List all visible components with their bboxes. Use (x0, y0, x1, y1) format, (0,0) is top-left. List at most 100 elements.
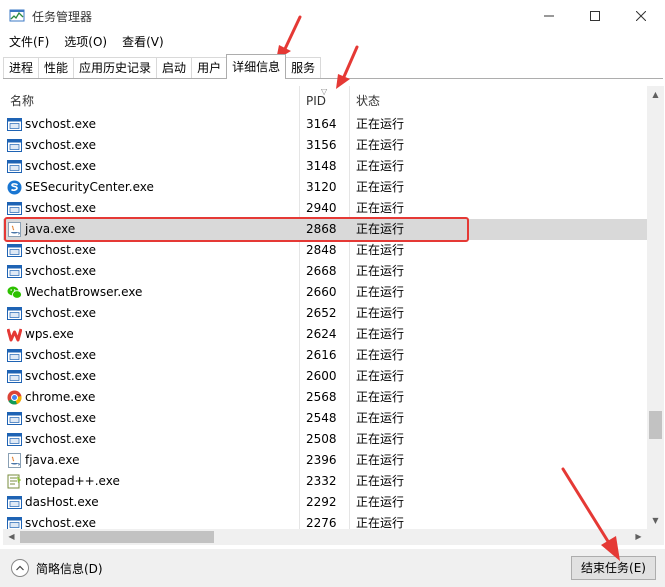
process-status: 正在运行 (356, 264, 405, 278)
process-status: 正在运行 (356, 117, 405, 131)
scroll-left-icon[interactable]: ◀ (3, 529, 20, 545)
task-manager-icon (9, 9, 25, 22)
svchost-icon (7, 348, 22, 363)
process-pid: 3148 (306, 159, 337, 173)
table-row[interactable]: svchost.exe 2616 正在运行 (3, 345, 647, 366)
svchost-icon (7, 495, 22, 510)
table-row[interactable]: svchost.exe 3164 正在运行 (3, 114, 647, 135)
process-status: 正在运行 (356, 306, 405, 320)
tab-performance[interactable]: 性能 (38, 57, 75, 79)
column-header-name[interactable]: 名称 (3, 86, 299, 114)
process-name: svchost.exe (25, 432, 96, 446)
process-status: 正在运行 (356, 222, 405, 236)
process-pid: 2332 (306, 474, 337, 488)
process-pid: 2276 (306, 516, 337, 529)
vertical-scrollbar[interactable]: ▲ ▼ (647, 86, 664, 529)
scrollbar-corner (647, 529, 664, 545)
table-row[interactable]: java.exe 2868 正在运行 (3, 219, 647, 240)
tab-startup[interactable]: 启动 (156, 57, 193, 79)
scroll-right-icon[interactable]: ▶ (630, 529, 647, 545)
table-row[interactable]: svchost.exe 3156 正在运行 (3, 135, 647, 156)
process-status: 正在运行 (356, 453, 405, 467)
table-row[interactable]: chrome.exe 2568 正在运行 (3, 387, 647, 408)
tab-services[interactable]: 服务 (285, 57, 322, 79)
process-name: svchost.exe (25, 201, 96, 215)
table-row[interactable]: svchost.exe 2848 正在运行 (3, 240, 647, 261)
process-status: 正在运行 (356, 327, 405, 341)
less-details-link[interactable]: 简略信息(D) (36, 560, 103, 577)
process-pid: 2868 (306, 222, 337, 236)
table-row[interactable]: svchost.exe 2652 正在运行 (3, 303, 647, 324)
process-pid: 2508 (306, 432, 337, 446)
title-bar: 任务管理器 (0, 0, 665, 32)
column-header-status[interactable]: 状态 (349, 86, 647, 114)
scroll-down-icon[interactable]: ▼ (647, 512, 664, 529)
process-pid: 2292 (306, 495, 337, 509)
table-row[interactable]: WechatBrowser.exe 2660 正在运行 (3, 282, 647, 303)
process-name: chrome.exe (25, 390, 96, 404)
tab-details[interactable]: 详细信息 (226, 54, 287, 79)
table-header: 名称 PID ▽ 状态 (3, 86, 647, 114)
process-name: svchost.exe (25, 117, 96, 131)
collapse-details-button[interactable] (11, 559, 29, 577)
menu-file[interactable]: 文件(F) (0, 32, 55, 52)
process-name: svchost.exe (25, 369, 96, 383)
tab-app-history[interactable]: 应用历史记录 (73, 57, 158, 79)
chrome-icon (7, 390, 22, 405)
svchost-icon (7, 306, 22, 321)
process-status: 正在运行 (356, 138, 405, 152)
table-row[interactable]: svchost.exe 2276 正在运行 (3, 513, 647, 529)
menu-view[interactable]: 查看(V) (113, 32, 170, 52)
process-name: svchost.exe (25, 516, 96, 529)
tab-divider (3, 78, 663, 79)
minimize-icon (544, 15, 554, 17)
security-center-icon (7, 180, 22, 195)
tab-users[interactable]: 用户 (191, 57, 228, 79)
table-row[interactable]: SESecurityCenter.exe 3120 正在运行 (3, 177, 647, 198)
table-row[interactable]: svchost.exe 2940 正在运行 (3, 198, 647, 219)
process-pid: 3164 (306, 117, 337, 131)
maximize-button[interactable] (572, 0, 618, 32)
table-row[interactable]: svchost.exe 2548 正在运行 (3, 408, 647, 429)
process-pid: 2940 (306, 201, 337, 215)
end-task-button[interactable]: 结束任务(E) (571, 556, 656, 580)
scroll-up-icon[interactable]: ▲ (647, 86, 664, 103)
process-name: svchost.exe (25, 159, 96, 173)
process-status: 正在运行 (356, 516, 405, 529)
process-pid: 2568 (306, 390, 337, 404)
process-name: fjava.exe (25, 453, 80, 467)
process-status: 正在运行 (356, 180, 405, 194)
table-row[interactable]: wps.exe 2624 正在运行 (3, 324, 647, 345)
sort-descending-icon: ▽ (321, 87, 328, 96)
table-row[interactable]: svchost.exe 2508 正在运行 (3, 429, 647, 450)
vertical-scroll-thumb[interactable] (649, 411, 662, 439)
process-status: 正在运行 (356, 285, 405, 299)
process-name: java.exe (25, 222, 76, 236)
table-row[interactable]: fjava.exe 2396 正在运行 (3, 450, 647, 471)
tab-processes[interactable]: 进程 (3, 57, 40, 79)
svchost-icon (7, 516, 22, 529)
table-row[interactable]: notepad++.exe 2332 正在运行 (3, 471, 647, 492)
process-pid: 2660 (306, 285, 337, 299)
horizontal-scroll-thumb[interactable] (20, 531, 214, 543)
table-row[interactable]: svchost.exe 3148 正在运行 (3, 156, 647, 177)
table-row[interactable]: dasHost.exe 2292 正在运行 (3, 492, 647, 513)
process-status: 正在运行 (356, 201, 405, 215)
java-icon (7, 222, 22, 237)
process-status: 正在运行 (356, 369, 405, 383)
table-row[interactable]: svchost.exe 2668 正在运行 (3, 261, 647, 282)
table-row[interactable]: svchost.exe 2600 正在运行 (3, 366, 647, 387)
wechat-icon (7, 285, 22, 300)
svchost-icon (7, 432, 22, 447)
process-status: 正在运行 (356, 474, 405, 488)
process-name: svchost.exe (25, 138, 96, 152)
menu-options[interactable]: 选项(O) (55, 32, 113, 52)
minimize-button[interactable] (526, 0, 572, 32)
window-title: 任务管理器 (32, 10, 93, 24)
horizontal-scrollbar[interactable]: ◀ ▶ (3, 529, 647, 545)
svchost-icon (7, 264, 22, 279)
process-name: SESecurityCenter.exe (25, 180, 154, 194)
svchost-icon (7, 159, 22, 174)
process-pid: 3120 (306, 180, 337, 194)
close-button[interactable] (618, 0, 664, 32)
